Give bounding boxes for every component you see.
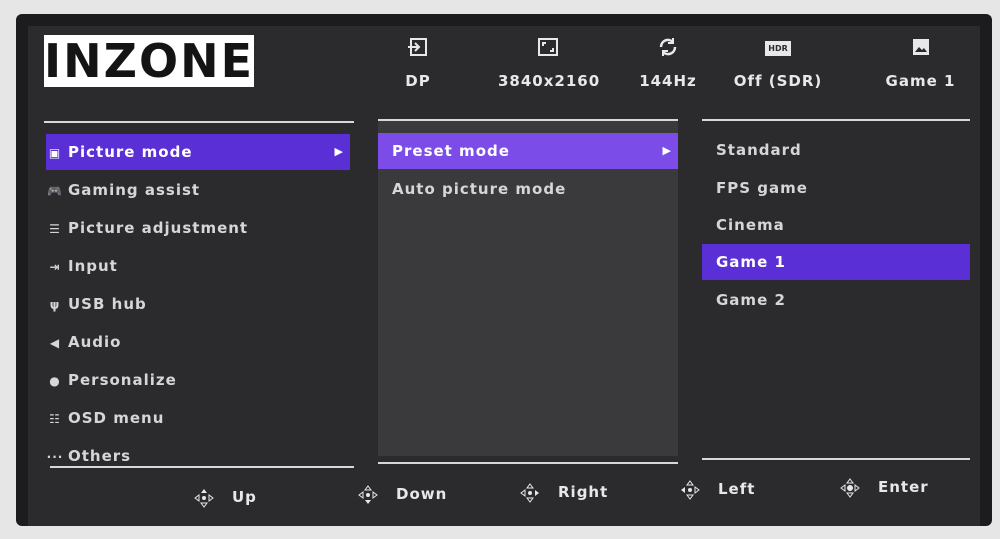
menu-item-input[interactable]: ⇥ Input [46, 248, 350, 284]
menu-item-personalize[interactable]: ● Personalize [46, 362, 350, 398]
status-picture-mode: Game 1 [883, 36, 958, 96]
submenu-item-preset-mode[interactable]: Preset mode ▶ [378, 133, 678, 169]
chevron-right-icon: ▶ [662, 144, 672, 157]
picture-icon: ▣ [48, 146, 62, 160]
divider-left-top [44, 121, 354, 123]
dpad-center-icon [840, 477, 860, 498]
hdr-icon-text: HDR [765, 41, 791, 56]
divider-left-bottom [50, 466, 354, 468]
status-input: DP [393, 36, 443, 96]
option-standard[interactable]: Standard [702, 132, 970, 168]
nav-hint-left: Left [680, 474, 755, 504]
person-icon: ● [49, 374, 61, 388]
input-icon: ⇥ [49, 260, 61, 274]
dpad-left-icon [681, 479, 700, 500]
option-game-2[interactable]: Game 2 [702, 282, 970, 318]
menu-item-usb-hub[interactable]: ψ USB hub [46, 286, 350, 322]
resolution-icon [498, 36, 598, 64]
refresh-rate-icon [633, 36, 703, 64]
dpad-up-icon [194, 488, 214, 508]
chevron-right-icon: ▶ [334, 145, 344, 158]
input-icon [393, 36, 443, 64]
osd-panel: INZONE DP 3840x2160 144Hz HDR Off (SDR) [28, 26, 980, 526]
gamepad-icon: 🎮 [47, 184, 63, 198]
option-fps-game[interactable]: FPS game [702, 170, 970, 206]
menu-item-audio[interactable]: ◀ Audio [46, 324, 350, 360]
dpad-down-icon [358, 484, 378, 504]
status-refresh: 144Hz [633, 36, 703, 96]
hdr-icon: HDR [728, 36, 828, 64]
divider-mid-bottom [378, 462, 678, 464]
dpad-right-icon [520, 482, 539, 503]
list-icon: ☷ [49, 412, 61, 426]
menu-item-picture-mode[interactable]: ▣ Picture mode ▶ [46, 134, 350, 170]
divider-right-top [702, 119, 970, 121]
option-game-1[interactable]: Game 1 [702, 244, 970, 280]
menu-item-gaming-assist[interactable]: 🎮 Gaming assist [46, 172, 350, 208]
more-icon: ··· [46, 450, 64, 464]
nav-hint-down: Down [358, 479, 447, 509]
inzone-logo: INZONE [44, 34, 254, 88]
menu-item-picture-adjustment[interactable]: ☰ Picture adjustment [46, 210, 350, 246]
monitor-screen: INZONE DP 3840x2160 144Hz HDR Off (SDR) [16, 14, 992, 526]
nav-hint-up: Up [194, 482, 257, 512]
sliders-icon: ☰ [49, 222, 61, 236]
option-cinema[interactable]: Cinema [702, 207, 970, 243]
picture-icon [883, 36, 958, 64]
submenu-item-auto-picture-mode[interactable]: Auto picture mode [378, 171, 678, 207]
status-resolution: 3840x2160 [498, 36, 599, 96]
menu-item-others[interactable]: ··· Others [46, 438, 350, 474]
menu-item-osd-menu[interactable]: ☷ OSD menu [46, 400, 350, 436]
nav-hint-right: Right [520, 477, 608, 507]
divider-right-bottom [702, 458, 970, 460]
nav-hint-enter: Enter [840, 472, 929, 502]
speaker-icon: ◀ [49, 336, 61, 350]
status-hdr: HDR Off (SDR) [728, 36, 828, 96]
usb-icon: ψ [49, 298, 61, 312]
